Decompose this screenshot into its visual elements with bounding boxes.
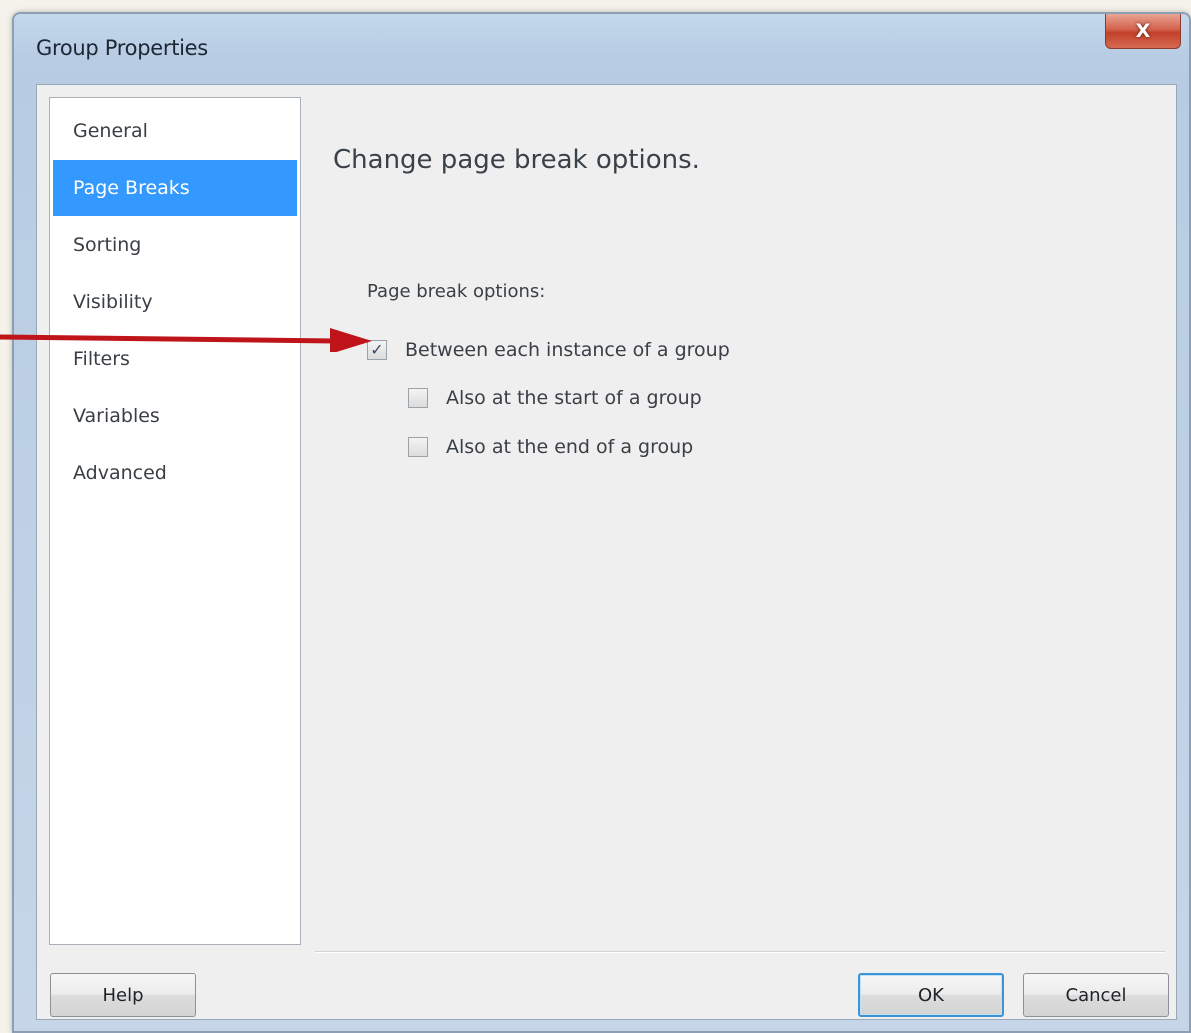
- sidebar-item-label: Advanced: [73, 462, 167, 484]
- close-icon: X: [1135, 20, 1151, 42]
- cancel-button[interactable]: Cancel: [1023, 973, 1169, 1017]
- sidebar-item-sorting[interactable]: Sorting: [53, 217, 297, 273]
- sidebar-item-advanced[interactable]: Advanced: [53, 445, 297, 501]
- start-of-group-label: Also at the start of a group: [446, 387, 702, 409]
- between-each-instance-label: Between each instance of a group: [405, 339, 730, 361]
- end-of-group-checkbox[interactable]: [408, 437, 428, 457]
- button-divider: [315, 951, 1165, 953]
- sidebar-item-label: Page Breaks: [73, 177, 190, 199]
- sidebar-nav: General Page Breaks Sorting Visibility F…: [49, 97, 301, 945]
- end-of-group-label: Also at the end of a group: [446, 436, 694, 458]
- sidebar-item-general[interactable]: General: [53, 103, 297, 159]
- dialog-client-area: General Page Breaks Sorting Visibility F…: [36, 84, 1177, 1020]
- close-button[interactable]: X: [1105, 14, 1181, 49]
- sidebar-item-label: Filters: [73, 348, 130, 370]
- sidebar-item-label: Visibility: [73, 291, 153, 313]
- page-break-options-label: Page break options:: [367, 281, 546, 302]
- sidebar-item-visibility[interactable]: Visibility: [53, 274, 297, 330]
- sidebar-item-filters[interactable]: Filters: [53, 331, 297, 387]
- sidebar-item-label: Variables: [73, 405, 160, 427]
- group-properties-dialog: Group Properties X General Page Breaks S…: [12, 12, 1191, 1033]
- window-title: Group Properties: [36, 36, 208, 60]
- sidebar-item-page-breaks[interactable]: Page Breaks: [53, 160, 297, 216]
- help-button[interactable]: Help: [50, 973, 196, 1017]
- title-bar[interactable]: Group Properties X: [14, 14, 1189, 84]
- sidebar-item-variables[interactable]: Variables: [53, 388, 297, 444]
- sidebar-item-label: General: [73, 120, 148, 142]
- ok-button[interactable]: OK: [858, 973, 1004, 1017]
- end-of-group-checkbox-row[interactable]: Also at the end of a group: [408, 436, 693, 458]
- sidebar-item-label: Sorting: [73, 234, 142, 256]
- between-each-instance-checkbox[interactable]: ✓: [367, 340, 387, 360]
- start-of-group-checkbox-row[interactable]: Also at the start of a group: [408, 387, 702, 409]
- between-each-instance-checkbox-row[interactable]: ✓ Between each instance of a group: [367, 339, 730, 361]
- start-of-group-checkbox[interactable]: [408, 388, 428, 408]
- page-heading: Change page break options.: [333, 145, 700, 175]
- checkmark-icon: ✓: [370, 340, 384, 359]
